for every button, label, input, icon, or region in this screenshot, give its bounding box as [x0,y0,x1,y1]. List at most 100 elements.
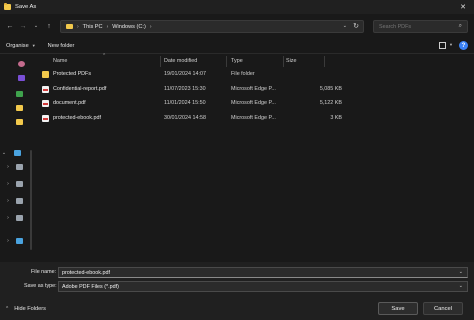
folder-icon [42,71,49,78]
drive-icon [16,164,23,170]
sidebar-item-network[interactable]: › [0,235,34,247]
dialog-footer: ⌃ Hide Folders Save Cancel [0,298,474,320]
folder-icon [66,24,73,29]
command-bar: Organise ▼ New folder ▼ ? [0,38,474,54]
file-name: document.pdf [53,100,86,106]
column-header-date-modified[interactable]: Date modified [164,55,197,67]
hide-folders-toggle[interactable]: ⌃ Hide Folders [5,306,46,312]
file-size: 3 KB [330,115,342,121]
sidebar-item-drive[interactable]: › [0,178,34,190]
view-options-icon[interactable] [439,42,446,49]
chevron-right-icon: › [149,23,152,30]
column-divider[interactable] [226,56,227,67]
file-size: 5,122 KB [319,100,342,106]
sidebar-item-this-pc[interactable]: ⌄ [0,147,34,159]
sort-arrow-icon: ⌃ [102,53,107,59]
drive-icon [16,181,23,187]
column-header-size[interactable]: Size [286,55,297,67]
close-icon[interactable]: ✕ [460,3,466,11]
file-name: Confidential-report.pdf [53,86,107,92]
organise-label: Organise [6,42,29,49]
folder-icon [4,3,11,10]
column-divider[interactable] [283,56,284,67]
column-divider[interactable] [324,56,325,67]
chevron-down-icon[interactable]: ⌄ [459,269,463,275]
file-type: Microsoft Edge P... [231,86,276,92]
save-as-type-label: Save as type: [24,283,57,289]
breadcrumb-this-pc[interactable]: This PC [83,24,103,30]
forward-arrow-icon[interactable]: → [16,19,30,33]
breadcrumb-windows-c[interactable]: Windows (C:) [112,24,146,30]
refresh-icon[interactable]: ↻ [353,22,359,30]
help-icon[interactable]: ? [459,41,468,50]
sidebar-item-drive[interactable]: › [0,195,34,207]
sidebar-item-quick-access[interactable] [0,58,34,70]
table-row[interactable]: Confidential-report.pdf 11/07/2023 15:30… [38,83,342,97]
sidebar-item-folder[interactable] [0,102,34,114]
pdf-file-icon [42,115,49,122]
file-date: 11/07/2023 15:30 [164,86,206,92]
file-date: 30/01/2024 14:58 [164,115,206,121]
search-icon: ⌕ [458,23,462,29]
quick-access-icon [18,61,25,67]
column-header-name[interactable]: Name [53,55,67,67]
save-as-type-value: Adobe PDF Files (*.pdf) [62,283,119,290]
recent-locations-chevron-icon[interactable]: ⌄ [29,19,43,33]
title-bar: Save As ✕ [0,0,474,14]
file-type: File folder [231,71,255,77]
file-name-value: protected-ebook.pdf [62,269,110,276]
chevron-right-icon[interactable]: › [4,238,12,244]
file-size: 5,085 KB [319,86,342,92]
file-name-field[interactable]: protected-ebook.pdf ⌄ [58,267,468,278]
drive-icon [16,198,23,204]
back-arrow-icon[interactable]: ← [3,19,17,33]
chevron-right-icon[interactable]: › [4,198,12,204]
chevron-right-icon[interactable]: › [4,215,12,221]
sidebar-item-drive[interactable]: › [0,161,34,173]
address-bar[interactable]: › This PC › Windows (C:) › ⌄ ↻ [60,20,364,33]
table-row[interactable]: document.pdf 11/01/2024 15:50 Microsoft … [38,97,342,111]
sidebar-item-downloads[interactable] [0,88,34,100]
file-name-label: File name: [31,269,57,275]
organise-menu[interactable]: Organise ▼ [0,43,42,49]
window-title: Save As [15,4,37,10]
new-folder-button[interactable]: New folder [42,43,81,49]
sidebar-item-library[interactable] [0,72,34,84]
pdf-file-icon [42,100,49,107]
file-name: Protected PDFs [53,71,92,77]
chevron-right-icon: › [77,23,79,30]
chevron-right-icon[interactable]: › [4,181,12,187]
sidebar-item-folder[interactable] [0,116,34,128]
folder-icon [16,105,23,111]
folder-icon [16,119,23,125]
search-box[interactable]: ⌕ [373,20,468,33]
file-date: 11/01/2024 15:50 [164,100,206,106]
column-divider[interactable] [160,56,161,67]
table-row[interactable]: Protected PDFs 19/01/2024 14:07 File fol… [38,68,338,82]
drive-icon [16,215,23,221]
chevron-right-icon: › [106,23,109,30]
file-date: 19/01/2024 14:07 [164,71,206,77]
search-input[interactable] [379,23,457,30]
column-header-type[interactable]: Type [231,55,243,67]
save-form: File name: protected-ebook.pdf ⌄ Save as… [0,262,474,298]
file-name: protected-ebook.pdf [53,115,101,121]
sidebar-item-drive[interactable]: › [0,212,34,224]
chevron-down-icon[interactable]: ▼ [449,42,453,47]
network-icon [16,238,23,244]
chevron-down-icon[interactable]: ⌄ [343,23,347,29]
library-icon [18,75,25,81]
up-arrow-icon[interactable]: ↑ [42,19,56,33]
chevron-down-icon[interactable]: ⌄ [0,150,8,156]
save-as-type-select[interactable]: Adobe PDF Files (*.pdf) ⌄ [58,281,468,292]
table-row[interactable]: protected-ebook.pdf 30/01/2024 14:58 Mic… [38,112,342,126]
chevron-up-icon: ⌃ [5,306,10,312]
cancel-button[interactable]: Cancel [423,302,463,315]
navigation-bar: ← → ⌄ ↑ › This PC › Windows (C:) › ⌄ ↻ ⌕ [0,14,474,38]
chevron-right-icon[interactable]: › [4,164,12,170]
chevron-down-icon[interactable]: ⌄ [459,283,463,289]
save-button[interactable]: Save [378,302,418,315]
sidebar-scrollbar[interactable] [30,150,32,250]
navigation-pane: ⌄ › › › › › [0,55,34,260]
chevron-down-icon: ▼ [31,42,36,48]
